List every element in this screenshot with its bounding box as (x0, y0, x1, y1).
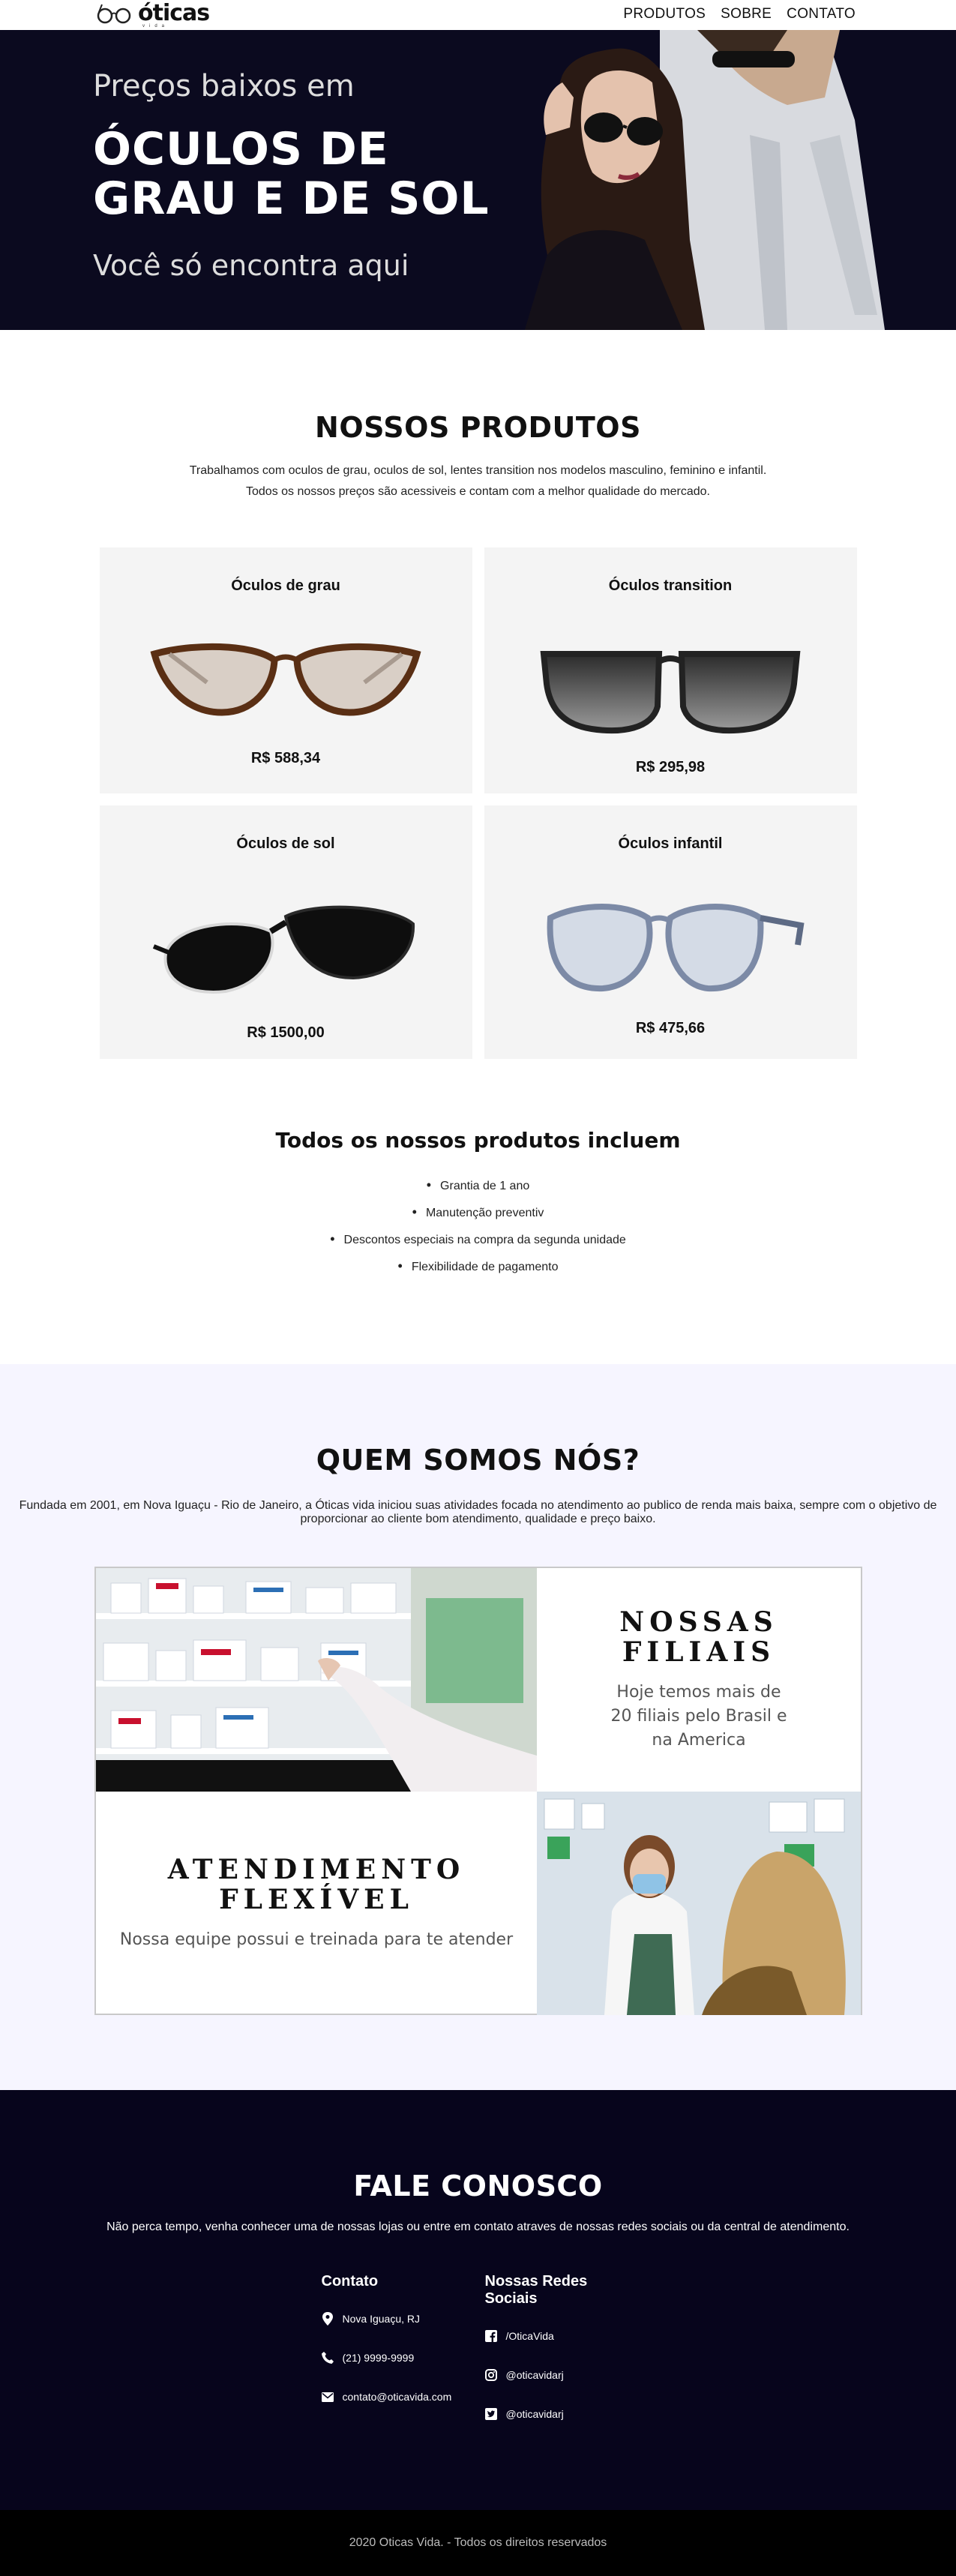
nav-sobre-link[interactable]: SOBRE (721, 6, 772, 22)
map-pin-icon (322, 2312, 333, 2326)
nav-produtos-link[interactable]: PRODUTOS (623, 6, 706, 22)
about-section: QUEM SOMOS NÓS? Fundada em 2001, em Nova… (0, 1364, 956, 2090)
product-price: R$ 1500,00 (247, 1024, 325, 1041)
instagram-row[interactable]: @oticavidarj (484, 2366, 643, 2384)
facebook-link[interactable]: /OticaVida (506, 2330, 554, 2342)
list-item: Grantia de 1 ano (0, 1172, 956, 1199)
about-mosaic: NOSSAS FILIAIS Hoje temos mais de 20 fil… (94, 1567, 862, 2015)
social-heading: Nossas Redes Sociais (484, 2273, 588, 2307)
instagram-icon (484, 2369, 497, 2381)
hero-subtitle: Você só encontra aqui (93, 249, 409, 282)
contact-intro: Não perca tempo, venha conhecer uma de n… (106, 2221, 850, 2233)
glasses-logo-icon (97, 4, 131, 24)
twitter-link[interactable]: @oticavidarj (506, 2408, 564, 2420)
phone-row[interactable]: (21) 9999-9999 (321, 2349, 440, 2367)
atendimento-title-line2: FLEXÍVEL (219, 1884, 414, 1915)
product-card-infantil[interactable]: Óculos infantil R$ 475,66 (484, 805, 857, 1059)
products-title: NOSSOS PRODUTOS (315, 411, 641, 444)
facebook-row[interactable]: /OticaVida (484, 2327, 643, 2345)
list-item: Manutenção preventiv (0, 1199, 956, 1226)
product-name: Óculos de sol (236, 835, 335, 852)
footer: 2020 Oticas Vida. - Todos os direitos re… (0, 2510, 956, 2576)
filiais-panel: NOSSAS FILIAIS Hoje temos mais de 20 fil… (537, 1568, 861, 1792)
instagram-link[interactable]: @oticavidarj (506, 2369, 564, 2381)
contact-section: FALE CONOSCO Não perca tempo, venha conh… (0, 2090, 956, 2510)
product-name: Óculos de grau (231, 577, 340, 594)
products-section: NOSSOS PRODUTOS Trabalhamos com oculos d… (0, 330, 956, 1280)
atendimento-panel: ATENDIMENTO FLEXÍVEL Nossa equipe possui… (96, 1792, 537, 2015)
hero-title: ÓCULOS DE GRAU E DE SOL (93, 124, 490, 223)
hero-banner: Preços baixos em ÓCULOS DE GRAU E DE SOL… (0, 30, 956, 330)
includes-list: Grantia de 1 ano Manutenção preventiv De… (0, 1172, 956, 1280)
hero-couple-image (525, 30, 885, 330)
product-name: Óculos infantil (618, 835, 723, 852)
logo-text: óticas (138, 0, 210, 26)
list-item: Flexibilidade de pagamento (0, 1253, 956, 1280)
about-text: Fundada em 2001, em Nova Iguaçu - Rio de… (19, 1499, 937, 1525)
footer-text: 2020 Oticas Vida. - Todos os direitos re… (349, 2536, 607, 2549)
product-price: R$ 295,98 (635, 759, 706, 775)
logo[interactable]: óticas vida (96, 0, 210, 28)
phone-icon (321, 2352, 334, 2364)
hero-title-line2: GRAU E DE SOL (93, 172, 490, 225)
product-card-sol[interactable]: Óculos de sol R$ 1500,00 (99, 805, 472, 1059)
product-grid: Óculos de grau R$ 588,34 Óculos transiti… (99, 547, 857, 1059)
hero-pretitle: Preços baixos em (93, 69, 355, 103)
contact-title: FALE CONOSCO (353, 2170, 603, 2203)
twitter-row[interactable]: @oticavidarj (484, 2405, 643, 2423)
top-nav: óticas vida PRODUTOS SOBRE CONTATO (0, 0, 956, 30)
cat-eye-glasses-image (150, 643, 421, 716)
hero-title-line1: ÓCULOS DE (93, 123, 389, 175)
list-item: Descontos especiais na compra da segunda… (0, 1226, 956, 1253)
filiais-text: Hoje temos mais de 20 filiais pelo Brasi… (610, 1683, 787, 1750)
contact-heading: Contato (321, 2273, 379, 2290)
kids-glasses-image (547, 904, 805, 992)
email-text[interactable]: contato@oticavida.com (343, 2391, 452, 2403)
pharmacist-image (537, 1792, 861, 2015)
logo-tagline: vida (142, 24, 169, 28)
social-column: Nossas Redes Sociais /OticaVida @oticavi… (484, 2273, 643, 2444)
product-name: Óculos transition (608, 577, 733, 594)
atendimento-title: ATENDIMENTO FLEXÍVEL (168, 1855, 466, 1915)
nav-links: PRODUTOS SOBRE CONTATO (623, 6, 856, 22)
address-row: Nova Iguaçu, RJ (322, 2310, 440, 2328)
products-intro-line1: Trabalhamos com oculos de grau, oculos d… (189, 464, 767, 477)
filiais-title: NOSSAS FILIAIS (619, 1606, 778, 1668)
twitter-icon (484, 2408, 497, 2420)
address-text: Nova Iguaçu, RJ (342, 2313, 421, 2325)
contact-columns: Contato Nova Iguaçu, RJ (21) 9999-9999 c… (7, 2273, 956, 2444)
email-row[interactable]: contato@oticavida.com (321, 2388, 451, 2406)
products-intro-line2: Todos os nossos preços são acessiveis e … (246, 485, 710, 498)
products-intro: Trabalhamos com oculos de grau, oculos d… (0, 460, 956, 502)
sunglasses-image (152, 905, 415, 994)
nav-contato-link[interactable]: CONTATO (787, 6, 856, 22)
product-price: R$ 588,34 (250, 750, 321, 766)
contact-column: Contato Nova Iguaçu, RJ (21) 9999-9999 c… (321, 2273, 451, 2444)
product-card-transition[interactable]: Óculos transition R$ 295,98 (484, 547, 857, 793)
product-card-grau[interactable]: Óculos de grau R$ 588,34 (99, 547, 472, 793)
includes-title: Todos os nossos produtos incluem (275, 1128, 681, 1153)
phone-text[interactable]: (21) 9999-9999 (343, 2352, 415, 2364)
atendimento-title-line1: ATENDIMENTO (167, 1854, 466, 1885)
facebook-icon (484, 2330, 497, 2342)
about-title: QUEM SOMOS NÓS? (316, 1444, 640, 1477)
pharmacy-shelf-image (96, 1568, 537, 1792)
atendimento-text: Nossa equipe possui e treinada para te a… (119, 1930, 514, 1949)
product-price: R$ 475,66 (635, 1020, 706, 1036)
envelope-icon (321, 2392, 334, 2402)
transition-glasses-image (540, 651, 801, 734)
